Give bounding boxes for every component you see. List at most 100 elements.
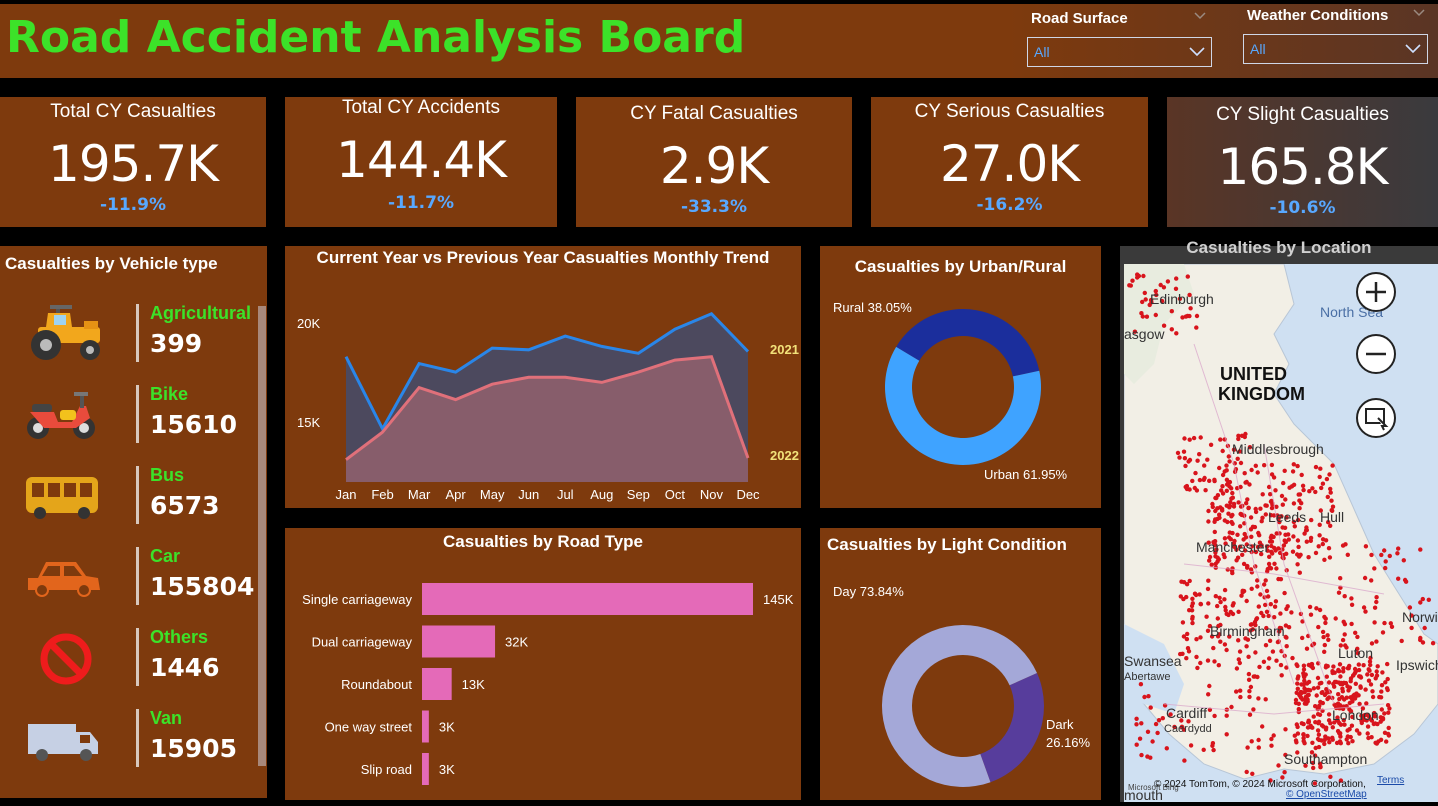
location-dot[interactable] — [1279, 493, 1285, 499]
location-dot[interactable] — [1380, 670, 1385, 675]
location-dot[interactable] — [1295, 562, 1300, 567]
location-dot[interactable] — [1217, 465, 1222, 471]
location-dot[interactable] — [1295, 538, 1301, 543]
location-dot[interactable] — [1270, 551, 1275, 556]
location-dot[interactable] — [1293, 738, 1299, 743]
location-dot[interactable] — [1218, 639, 1223, 644]
location-dot[interactable] — [1184, 636, 1190, 642]
location-dot[interactable] — [1212, 529, 1217, 535]
location-dot[interactable] — [1230, 521, 1235, 526]
location-dot[interactable] — [1197, 592, 1202, 597]
location-dot[interactable] — [1267, 554, 1272, 559]
location-dot[interactable] — [1185, 274, 1190, 279]
location-dot[interactable] — [1187, 437, 1192, 442]
location-dot[interactable] — [1326, 718, 1332, 723]
location-dot[interactable] — [1370, 689, 1375, 694]
location-dot[interactable] — [1308, 535, 1314, 541]
location-dot[interactable] — [1216, 663, 1221, 668]
location-dot[interactable] — [1363, 687, 1368, 692]
location-dot[interactable] — [1180, 620, 1186, 625]
location-dot[interactable] — [1348, 676, 1354, 681]
location-dot[interactable] — [1269, 472, 1275, 477]
location-dot[interactable] — [1353, 681, 1358, 686]
location-dot[interactable] — [1238, 694, 1243, 700]
location-dot[interactable] — [1224, 463, 1229, 468]
location-dot[interactable] — [1379, 552, 1384, 558]
location-dot[interactable] — [1316, 624, 1321, 630]
location-dot[interactable] — [1297, 570, 1302, 575]
location-dot[interactable] — [1344, 737, 1349, 742]
location-dot[interactable] — [1222, 469, 1227, 474]
location-dot[interactable] — [1230, 603, 1235, 608]
location-dot[interactable] — [1369, 552, 1374, 558]
location-dot[interactable] — [1215, 555, 1220, 560]
location-dot[interactable] — [1342, 697, 1347, 702]
location-dot[interactable] — [1239, 512, 1244, 518]
location-dot[interactable] — [1263, 503, 1268, 508]
location-dot[interactable] — [1202, 463, 1207, 468]
location-dot[interactable] — [1253, 506, 1258, 512]
location-dot[interactable] — [1289, 484, 1295, 489]
location-dot[interactable] — [1302, 678, 1307, 683]
location-dot[interactable] — [1300, 483, 1306, 488]
location-dot[interactable] — [1326, 637, 1331, 642]
location-dot[interactable] — [1141, 273, 1146, 279]
location-dot[interactable] — [1127, 283, 1132, 288]
location-dot[interactable] — [1301, 667, 1307, 672]
location-dot[interactable] — [1197, 477, 1203, 483]
location-dot[interactable] — [1338, 734, 1343, 739]
location-dot[interactable] — [1301, 671, 1306, 676]
location-dot[interactable] — [1327, 472, 1332, 477]
location-dot[interactable] — [1340, 637, 1346, 643]
location-dot[interactable] — [1320, 541, 1325, 547]
location-dot[interactable] — [1331, 681, 1336, 687]
location-dot[interactable] — [1374, 595, 1379, 600]
location-dot[interactable] — [1224, 713, 1229, 718]
location-dot[interactable] — [1283, 727, 1288, 732]
location-dot[interactable] — [1361, 663, 1366, 668]
location-dot[interactable] — [1137, 736, 1143, 741]
location-dot[interactable] — [1184, 582, 1190, 587]
location-dot[interactable] — [1282, 590, 1287, 596]
location-dot[interactable] — [1320, 481, 1326, 486]
location-dot[interactable] — [1254, 616, 1260, 621]
location-dot[interactable] — [1256, 737, 1261, 743]
location-dot[interactable] — [1182, 436, 1187, 441]
location-dot[interactable] — [1273, 488, 1278, 493]
location-dot[interactable] — [1262, 582, 1267, 587]
location-dot[interactable] — [1349, 621, 1354, 627]
location-dot[interactable] — [1190, 620, 1195, 626]
location-dot[interactable] — [1206, 601, 1211, 606]
location-dot[interactable] — [1313, 489, 1318, 495]
location-dot[interactable] — [1263, 578, 1268, 583]
location-dot[interactable] — [1353, 630, 1358, 635]
location-dot[interactable] — [1317, 712, 1323, 717]
location-dot[interactable] — [1191, 435, 1197, 441]
location-dot[interactable] — [1269, 533, 1274, 538]
location-dot[interactable] — [1244, 769, 1249, 775]
location-dot[interactable] — [1333, 616, 1338, 621]
location-dot[interactable] — [1278, 577, 1284, 582]
location-dot[interactable] — [1222, 518, 1227, 523]
location-dot[interactable] — [1295, 463, 1300, 469]
location-dot[interactable] — [1317, 474, 1322, 480]
location-dot[interactable] — [1338, 674, 1343, 679]
location-dot[interactable] — [1187, 608, 1192, 613]
location-dot[interactable] — [1286, 625, 1292, 630]
location-dot[interactable] — [1340, 689, 1345, 694]
location-dot[interactable] — [1243, 480, 1248, 485]
location-dot[interactable] — [1213, 561, 1218, 567]
location-dot[interactable] — [1378, 715, 1383, 720]
location-dot[interactable] — [1336, 692, 1341, 697]
location-dot[interactable] — [1181, 449, 1187, 454]
location-dot[interactable] — [1224, 732, 1229, 737]
location-dot[interactable] — [1306, 679, 1312, 685]
location-dot[interactable] — [1245, 745, 1250, 750]
location-dot[interactable] — [1374, 599, 1379, 605]
location-dot[interactable] — [1153, 312, 1158, 318]
location-dot[interactable] — [1350, 739, 1355, 744]
location-dot[interactable] — [1322, 557, 1327, 562]
location-dot[interactable] — [1184, 486, 1190, 492]
location-dot[interactable] — [1368, 662, 1373, 668]
location-dot[interactable] — [1383, 559, 1388, 564]
